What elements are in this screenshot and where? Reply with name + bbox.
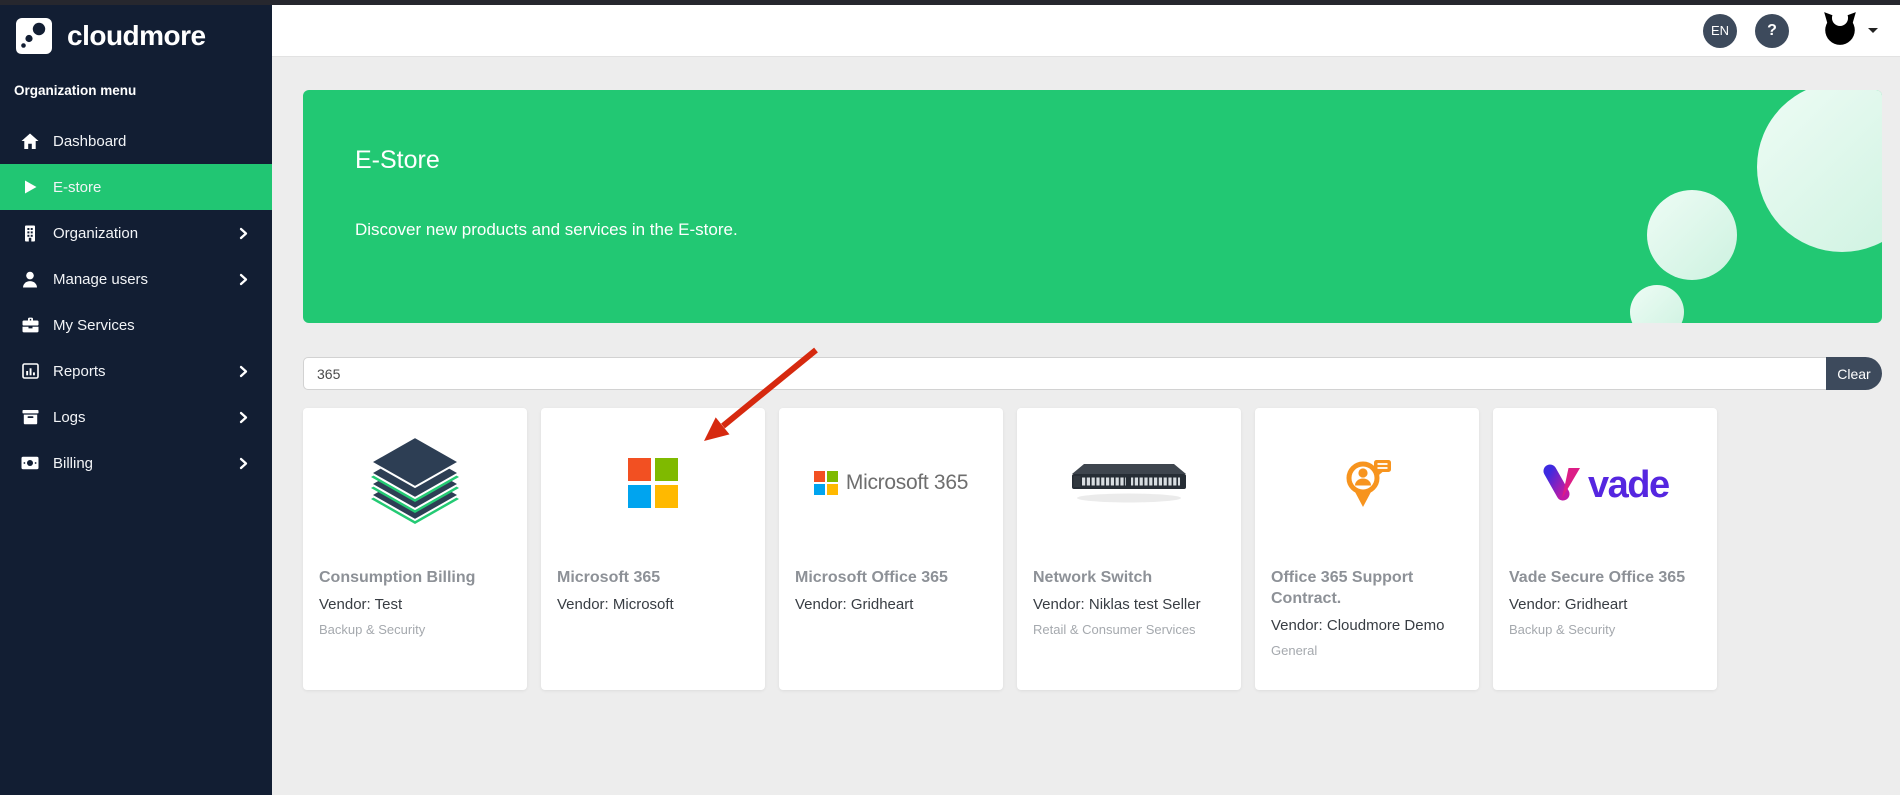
network-switch-image bbox=[1068, 456, 1190, 510]
product-category: Backup & Security bbox=[319, 622, 511, 637]
building-icon bbox=[20, 224, 40, 242]
product-vendor: Vendor: Cloudmore Demo bbox=[1271, 617, 1463, 634]
archive-icon bbox=[20, 408, 40, 426]
chevron-right-icon bbox=[239, 273, 248, 291]
sidebar-item-label: Manage users bbox=[53, 271, 148, 288]
sidebar-item-billing[interactable]: Billing bbox=[0, 440, 272, 486]
product-title: Microsoft 365 bbox=[557, 568, 749, 589]
main-content: E-Store Discover new products and servic… bbox=[272, 57, 1900, 795]
product-card-office-365-support-contract[interactable]: Office 365 Support Contract. Vendor: Clo… bbox=[1255, 408, 1479, 690]
sidebar-item-manage-users[interactable]: Manage users bbox=[0, 256, 272, 302]
briefcase-icon bbox=[20, 316, 40, 334]
brand-name: cloudmore bbox=[67, 20, 206, 52]
user-menu-button[interactable] bbox=[1821, 9, 1878, 52]
home-icon bbox=[20, 132, 40, 150]
banner-decor-circle bbox=[1757, 90, 1882, 252]
sidebar-item-label: Reports bbox=[53, 363, 106, 380]
product-card-microsoft-365[interactable]: Microsoft 365 Vendor: Microsoft bbox=[541, 408, 765, 690]
stack-logo bbox=[367, 437, 463, 529]
product-card-microsoft-office-365[interactable]: Microsoft 365 Microsoft Office 365 Vendo… bbox=[779, 408, 1003, 690]
clear-search-button[interactable]: Clear bbox=[1826, 357, 1882, 390]
top-header: EN ? bbox=[272, 5, 1900, 57]
product-title: Office 365 Support Contract. bbox=[1271, 568, 1463, 610]
microsoft-365-wordmark-logo: Microsoft 365 bbox=[779, 408, 1003, 558]
money-icon bbox=[20, 454, 40, 472]
svg-text:vade: vade bbox=[1588, 464, 1669, 506]
support-pin-logo bbox=[1255, 408, 1479, 558]
chevron-right-icon bbox=[239, 227, 248, 245]
microsoft-squares-logo bbox=[541, 408, 765, 558]
chart-icon bbox=[20, 362, 40, 380]
window-top-strip bbox=[0, 0, 1900, 5]
language-button[interactable]: EN bbox=[1703, 14, 1737, 48]
product-vendor: Vendor: Test bbox=[319, 596, 511, 613]
vade-logo: vade bbox=[1540, 460, 1670, 506]
sidebar-item-label: Billing bbox=[53, 455, 93, 472]
product-vendor: Vendor: Niklas test Seller bbox=[1033, 596, 1225, 613]
chevron-right-icon bbox=[239, 365, 248, 383]
brand-logo[interactable]: cloudmore bbox=[0, 5, 272, 57]
product-card-network-switch[interactable]: Network Switch Vendor: Niklas test Selle… bbox=[1017, 408, 1241, 690]
microsoft-logo bbox=[628, 458, 678, 508]
caret-down-icon bbox=[1868, 28, 1878, 33]
sidebar-nav: Dashboard E-store Organization Manage us… bbox=[0, 118, 272, 486]
product-grid: Consumption Billing Vendor: Test Backup … bbox=[303, 408, 1717, 690]
cloudmore-logo-icon bbox=[14, 16, 54, 56]
sidebar-item-organization[interactable]: Organization bbox=[0, 210, 272, 256]
product-title: Microsoft Office 365 bbox=[795, 568, 987, 589]
play-icon bbox=[20, 178, 40, 196]
chevron-right-icon bbox=[239, 411, 248, 429]
search-input[interactable] bbox=[303, 357, 1826, 390]
sidebar-item-reports[interactable]: Reports bbox=[0, 348, 272, 394]
product-card-consumption-billing[interactable]: Consumption Billing Vendor: Test Backup … bbox=[303, 408, 527, 690]
sidebar-item-label: Logs bbox=[53, 409, 86, 426]
sidebar-item-dashboard[interactable]: Dashboard bbox=[0, 118, 272, 164]
sidebar-section-label: Organization menu bbox=[0, 57, 272, 98]
product-vendor: Vendor: Microsoft bbox=[557, 596, 749, 613]
vade-logo: vade bbox=[1493, 408, 1717, 558]
sidebar-item-logs[interactable]: Logs bbox=[0, 394, 272, 440]
page-title: E-Store bbox=[355, 146, 440, 175]
stack-layers-logo bbox=[303, 408, 527, 558]
sidebar-item-my-services[interactable]: My Services bbox=[0, 302, 272, 348]
sidebar: cloudmore Organization menu Dashboard E-… bbox=[0, 5, 272, 795]
help-button[interactable]: ? bbox=[1755, 14, 1789, 48]
chevron-right-icon bbox=[239, 457, 248, 475]
microsoft-365-wordmark-text: Microsoft 365 bbox=[846, 471, 968, 495]
banner-decor-circle bbox=[1647, 190, 1737, 280]
sidebar-item-e-store[interactable]: E-store bbox=[0, 164, 272, 210]
estore-banner: E-Store Discover new products and servic… bbox=[303, 90, 1882, 323]
avatar bbox=[1821, 9, 1859, 52]
microsoft-logo-small bbox=[814, 471, 838, 495]
product-title: Vade Secure Office 365 bbox=[1509, 568, 1701, 589]
product-category: General bbox=[1271, 643, 1463, 658]
sidebar-item-label: Organization bbox=[53, 225, 138, 242]
product-vendor: Vendor: Gridheart bbox=[795, 596, 987, 613]
product-vendor: Vendor: Gridheart bbox=[1509, 596, 1701, 613]
support-contract-icon bbox=[1338, 455, 1396, 511]
network-switch-logo bbox=[1017, 408, 1241, 558]
product-title: Network Switch bbox=[1033, 568, 1225, 589]
user-icon bbox=[20, 270, 40, 288]
sidebar-item-label: E-store bbox=[53, 179, 101, 196]
product-title: Consumption Billing bbox=[319, 568, 511, 589]
product-category: Retail & Consumer Services bbox=[1033, 622, 1225, 637]
search-group: Clear bbox=[303, 357, 1882, 390]
sidebar-item-label: Dashboard bbox=[53, 133, 126, 150]
banner-decor-circle bbox=[1630, 285, 1684, 323]
product-category: Backup & Security bbox=[1509, 622, 1701, 637]
product-card-vade-secure-office-365[interactable]: vade Vade Secure Office 365 Vendor: Grid… bbox=[1493, 408, 1717, 690]
page-subtitle: Discover new products and services in th… bbox=[355, 220, 738, 240]
sidebar-item-label: My Services bbox=[53, 317, 135, 334]
